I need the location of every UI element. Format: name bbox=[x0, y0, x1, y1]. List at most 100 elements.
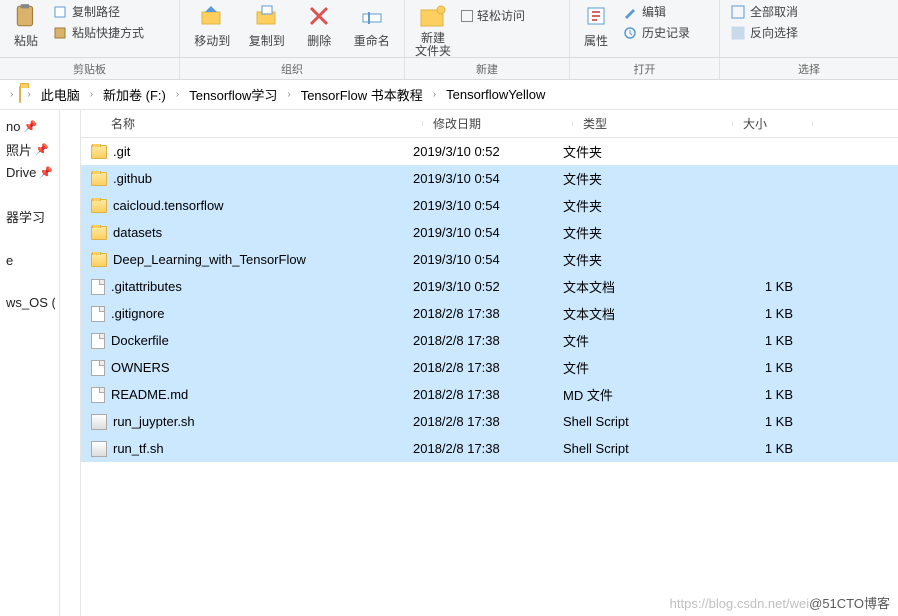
sidebar-item[interactable]: ws_OS ( bbox=[4, 292, 55, 313]
properties-button[interactable]: 属性 bbox=[578, 2, 614, 49]
bc-p2[interactable]: TensorFlow 书本教程 bbox=[297, 83, 427, 106]
pin-icon: 📌 bbox=[39, 166, 53, 179]
file-type: 文本文档 bbox=[563, 277, 723, 296]
sidebar-item[interactable]: 照片 📌 bbox=[4, 137, 55, 162]
sidebar-item[interactable] bbox=[4, 183, 55, 204]
file-date: 2019/3/10 0:54 bbox=[413, 198, 563, 213]
table-row[interactable]: OWNERS2018/2/8 17:38文件1 KB bbox=[81, 354, 898, 381]
moveto-label: 移动到 bbox=[194, 32, 230, 49]
file-name: .gitattributes bbox=[111, 279, 182, 294]
sidebar-item[interactable]: 器学习 bbox=[4, 204, 55, 229]
paste-label: 粘贴 bbox=[14, 32, 38, 49]
bc-p1[interactable]: Tensorflow学习 bbox=[185, 83, 281, 106]
newfolder-button[interactable]: 新建 文件夹 bbox=[413, 2, 453, 58]
delete-label: 删除 bbox=[307, 32, 331, 49]
bc-root[interactable]: 此电脑 bbox=[37, 83, 84, 106]
copyto-button[interactable]: 复制到 bbox=[247, 2, 287, 49]
rename-label: 重命名 bbox=[354, 32, 390, 49]
file-date: 2018/2/8 17:38 bbox=[413, 306, 563, 321]
allcancel-button[interactable]: 全部取消 bbox=[728, 2, 800, 21]
file-type: Shell Script bbox=[563, 441, 723, 456]
folder-icon bbox=[91, 172, 107, 186]
column-header-name[interactable]: 名称 bbox=[101, 115, 423, 132]
table-row[interactable]: datasets2019/3/10 0:54文件夹 bbox=[81, 219, 898, 246]
sidebar-item[interactable]: Drive 📌 bbox=[4, 162, 55, 183]
file-date: 2018/2/8 17:38 bbox=[413, 441, 563, 456]
file-size: 1 KB bbox=[723, 306, 803, 321]
file-name: .gitignore bbox=[111, 306, 164, 321]
file-list: 名称 修改日期 类型 大小 .git2019/3/10 0:52文件夹.gith… bbox=[80, 110, 898, 616]
paste-icon bbox=[10, 2, 42, 30]
table-row[interactable]: README.md2018/2/8 17:38MD 文件1 KB bbox=[81, 381, 898, 408]
chevron-right-icon[interactable]: › bbox=[287, 89, 290, 100]
bc-p3[interactable]: TensorflowYellow bbox=[442, 85, 549, 104]
sidebar-item-label: 器学习 bbox=[6, 207, 45, 226]
moveto-button[interactable]: 移动到 bbox=[192, 2, 232, 49]
table-row[interactable]: .gitignore 2018/2/8 17:38文本文档1 KB bbox=[81, 300, 898, 327]
file-name: caicloud.tensorflow bbox=[113, 198, 224, 213]
delete-button[interactable]: 删除 bbox=[301, 2, 337, 49]
history-button[interactable]: 历史记录 bbox=[620, 23, 692, 42]
sidebar-item[interactable] bbox=[4, 271, 55, 292]
chevron-right-icon[interactable]: › bbox=[27, 89, 30, 100]
ribbon-label-organize: 组织 bbox=[180, 58, 405, 79]
file-name: Deep_Learning_with_TensorFlow bbox=[113, 252, 306, 267]
file-type: 文本文档 bbox=[563, 304, 723, 323]
file-size: 1 KB bbox=[723, 333, 803, 348]
pin-icon: 📌 bbox=[35, 143, 49, 156]
chevron-right-icon[interactable]: › bbox=[90, 89, 93, 100]
history-label: 历史记录 bbox=[642, 24, 690, 41]
easyaccess-button[interactable]: 轻松访问 bbox=[459, 6, 527, 25]
edit-button[interactable]: 编辑 bbox=[620, 2, 692, 21]
paste-button[interactable]: 粘贴 bbox=[8, 2, 44, 49]
table-row[interactable]: .github2019/3/10 0:54文件夹 bbox=[81, 165, 898, 192]
table-row[interactable]: caicloud.tensorflow2019/3/10 0:54文件夹 bbox=[81, 192, 898, 219]
properties-icon bbox=[580, 2, 612, 30]
folder-icon bbox=[91, 226, 107, 240]
invert-button[interactable]: 反向选择 bbox=[728, 23, 800, 42]
table-row[interactable]: .gitattributes2019/3/10 0:52文本文档1 KB bbox=[81, 273, 898, 300]
file-name: OWNERS bbox=[111, 360, 170, 375]
file-date: 2018/2/8 17:38 bbox=[413, 414, 563, 429]
column-header-type[interactable]: 类型 bbox=[573, 115, 733, 132]
sidebar-item-label: e bbox=[6, 253, 13, 268]
file-name: .github bbox=[113, 171, 152, 186]
column-header-date[interactable]: 修改日期 bbox=[423, 115, 573, 132]
file-icon bbox=[91, 279, 105, 295]
file-type: 文件夹 bbox=[563, 250, 723, 269]
chevron-right-icon[interactable]: › bbox=[10, 89, 13, 100]
delete-icon bbox=[303, 2, 335, 30]
file-name: run_juypter.sh bbox=[113, 414, 195, 429]
sidebar-item[interactable]: no 📌 bbox=[4, 116, 55, 137]
table-row[interactable]: Deep_Learning_with_TensorFlow 2019/3/10 0… bbox=[81, 246, 898, 273]
sidebar-item[interactable]: e bbox=[4, 250, 55, 271]
breadcrumb[interactable]: › › 此电脑 › 新加卷 (F:) › Tensorflow学习 › Tens… bbox=[0, 80, 898, 110]
rename-icon bbox=[356, 2, 388, 30]
table-row[interactable]: run_juypter.sh2018/2/8 17:38Shell Script… bbox=[81, 408, 898, 435]
copy-path-button[interactable]: 复制路径 bbox=[50, 2, 146, 21]
sidebar-item[interactable] bbox=[4, 229, 55, 250]
easyaccess-label: 轻松访问 bbox=[477, 7, 525, 24]
file-name: .git bbox=[113, 144, 130, 159]
file-name: run_tf.sh bbox=[113, 441, 164, 456]
newfolder-label: 新建 文件夹 bbox=[415, 32, 451, 58]
paste-shortcut-button[interactable]: 粘贴快捷方式 bbox=[50, 23, 146, 42]
table-row[interactable]: run_tf.sh2018/2/8 17:38Shell Script1 KB bbox=[81, 435, 898, 462]
file-date: 2019/3/10 0:54 bbox=[413, 225, 563, 240]
file-size: 1 KB bbox=[723, 279, 803, 294]
column-header-size[interactable]: 大小 bbox=[733, 115, 813, 132]
main: no 📌照片 📌Drive 📌 器学习 e ws_OS ( 名称 修改日期 类型… bbox=[0, 110, 898, 616]
bc-drive[interactable]: 新加卷 (F:) bbox=[99, 83, 170, 106]
chevron-right-icon[interactable]: › bbox=[176, 89, 179, 100]
sidebar-item-label: Drive bbox=[6, 165, 36, 180]
file-date: 2018/2/8 17:38 bbox=[413, 360, 563, 375]
chevron-right-icon[interactable]: › bbox=[433, 89, 436, 100]
edit-icon bbox=[622, 4, 638, 20]
ribbon-label-clipboard: 剪贴板 bbox=[0, 58, 180, 79]
folder-icon bbox=[19, 87, 21, 102]
table-row[interactable]: .git2019/3/10 0:52文件夹 bbox=[81, 138, 898, 165]
ribbon-group-organize: 移动到 复制到 删除 重命名 bbox=[180, 0, 405, 57]
rename-button[interactable]: 重命名 bbox=[352, 2, 392, 49]
table-row[interactable]: Dockerfile2018/2/8 17:38文件1 KB bbox=[81, 327, 898, 354]
file-date: 2019/3/10 0:54 bbox=[413, 252, 563, 267]
